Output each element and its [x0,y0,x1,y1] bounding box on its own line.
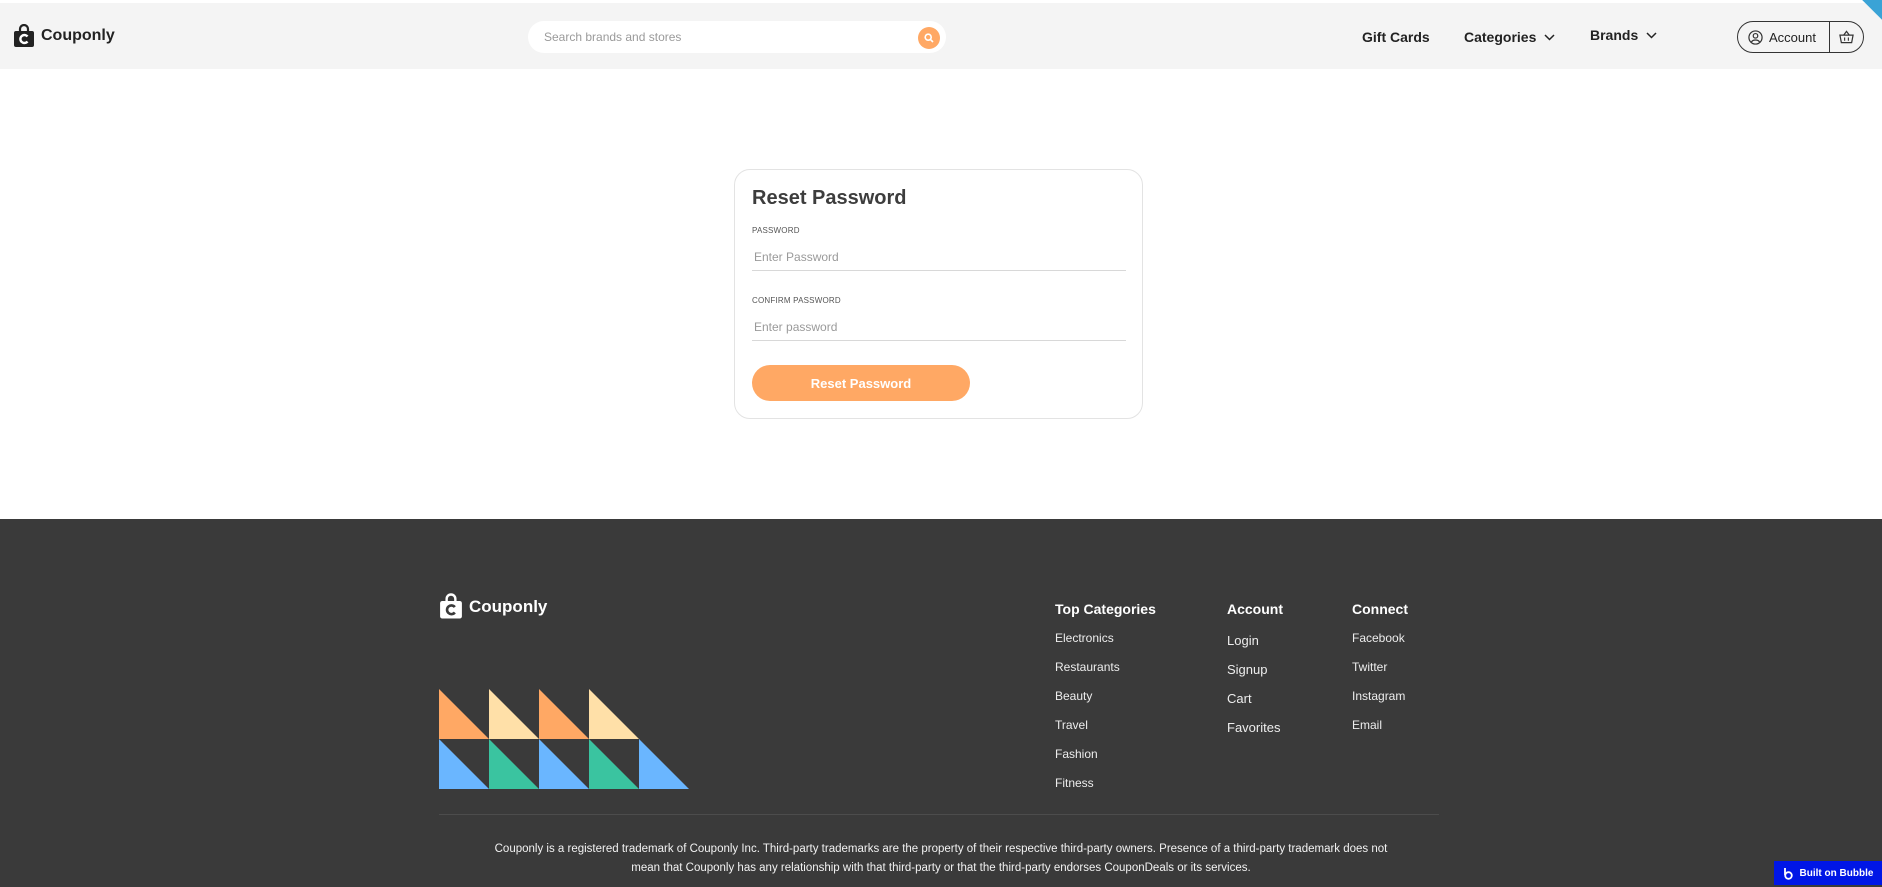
form-title: Reset Password [752,187,907,209]
chevron-down-icon [1544,33,1555,41]
footer-link-signup[interactable]: Signup [1227,663,1283,692]
legal-disclaimer: Couponly is a registered trademark of Co… [439,840,1443,878]
password-label: PASSWORD [752,226,800,235]
legal-line: Couponly is a registered trademark of Co… [494,843,1388,855]
footer-column-top-categories: Top Categories Electronics Restaurants B… [1055,601,1156,805]
shopping-bag-logo-icon [14,24,34,47]
footer-link-travel[interactable]: Travel [1055,718,1156,747]
footer: Couponly Top Categories Electronics Rest… [0,519,1882,887]
footer-column-connect: Connect Facebook Twitter Instagram Email [1352,601,1408,747]
search-button[interactable] [918,27,940,49]
confirm-password-label: CONFIRM PASSWORD [752,296,841,305]
nav-categories-label: Categories [1464,29,1537,45]
nav-brands-label: Brands [1590,27,1639,43]
footer-heading: Connect [1352,601,1408,617]
footer-link-email[interactable]: Email [1352,718,1408,747]
footer-link-fitness[interactable]: Fitness [1055,776,1156,805]
footer-heading: Top Categories [1055,601,1156,617]
cart-button[interactable] [1830,22,1863,52]
brand-logo[interactable]: Couponly [13,24,115,48]
top-nav-bar: Couponly Gift Cards Categories Brands Ac… [0,3,1882,69]
footer-link-fashion[interactable]: Fashion [1055,747,1156,776]
footer-link-favorites[interactable]: Favorites [1227,721,1283,750]
nav-categories-dropdown[interactable]: Categories [1464,29,1555,45]
footer-brand-name: Couponly [469,596,548,616]
nav-gift-cards-label: Gift Cards [1362,29,1430,45]
account-button[interactable]: Account [1738,22,1830,52]
password-field[interactable] [752,243,1126,271]
basket-icon [1839,30,1854,44]
corner-ribbon [1856,0,1882,26]
footer-link-electronics[interactable]: Electronics [1055,631,1156,660]
bubble-badge-label: Built on Bubble [1799,867,1874,879]
account-cart-pill: Account [1737,21,1864,53]
footer-link-facebook[interactable]: Facebook [1352,631,1408,660]
brand-name: Couponly [41,27,115,44]
search-bar [528,21,946,53]
decorative-triangle-mosaic [439,689,689,789]
built-on-bubble-badge[interactable]: Built on Bubble [1774,861,1882,885]
account-label: Account [1769,29,1816,45]
footer-brand-logo[interactable]: Couponly [439,593,547,620]
chevron-down-icon [1646,31,1657,39]
search-input[interactable] [544,28,904,46]
footer-link-cart[interactable]: Cart [1227,692,1283,721]
bubble-logo-icon [1783,867,1793,880]
nav-gift-cards[interactable]: Gift Cards [1362,29,1430,45]
confirm-password-field[interactable] [752,313,1126,341]
footer-divider [439,814,1439,815]
footer-heading: Account [1227,601,1283,617]
shopping-bag-logo-icon [440,593,462,619]
footer-column-account: Account Login Signup Cart Favorites [1227,601,1283,750]
footer-link-twitter[interactable]: Twitter [1352,660,1408,689]
reset-password-button[interactable]: Reset Password [752,365,970,401]
search-icon [924,33,934,43]
nav-brands-dropdown[interactable]: Brands [1590,27,1657,43]
footer-link-beauty[interactable]: Beauty [1055,689,1156,718]
footer-link-restaurants[interactable]: Restaurants [1055,660,1156,689]
legal-line: mean that Couponly has any relationship … [631,862,1251,874]
user-circle-icon [1748,29,1763,45]
footer-link-login[interactable]: Login [1227,634,1283,663]
footer-link-instagram[interactable]: Instagram [1352,689,1408,718]
reset-password-card: Reset Password PASSWORD CONFIRM PASSWORD… [734,169,1143,419]
